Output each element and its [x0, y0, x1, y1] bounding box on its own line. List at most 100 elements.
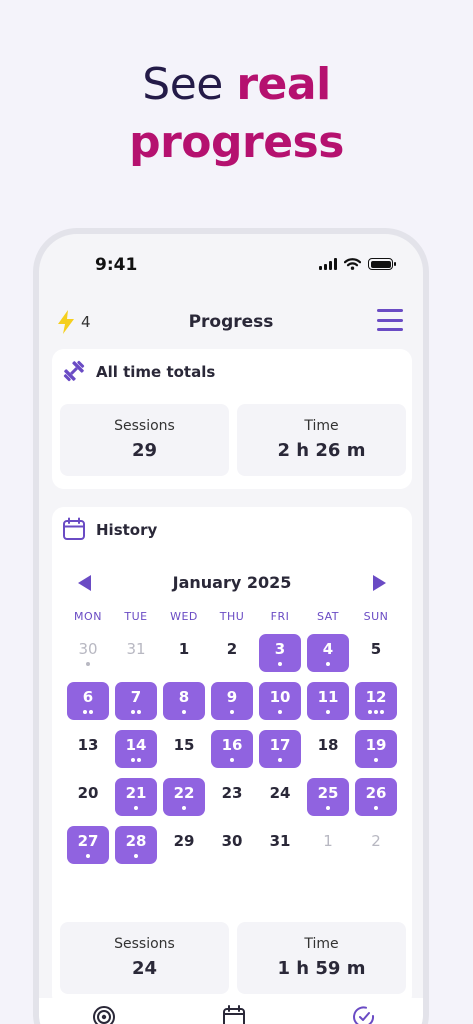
calendar-day[interactable]: 11 [307, 682, 349, 720]
session-dot [182, 710, 186, 714]
calendar-day-number: 23 [221, 784, 243, 802]
calendar-day[interactable]: 8 [163, 682, 205, 720]
calendar-day[interactable]: 20 [67, 778, 109, 816]
status-bar: 9:41 [39, 252, 423, 280]
session-dots [115, 806, 157, 810]
calendar-day[interactable]: 21 [115, 778, 157, 816]
session-dots [115, 854, 157, 858]
session-dots [307, 806, 349, 810]
calendar-day-number: 13 [77, 736, 99, 754]
calendar-day-number: 19 [365, 736, 387, 754]
session-dots [355, 758, 397, 762]
next-month-button[interactable] [373, 575, 386, 591]
session-dot [230, 710, 234, 714]
calendar-day-number: 27 [77, 832, 99, 850]
calendar-day-number: 29 [173, 832, 195, 850]
month-sessions-value: 24 [131, 958, 158, 979]
calendar-day[interactable]: 17 [259, 730, 301, 768]
calendar-day[interactable]: 31 [115, 634, 157, 672]
calendar-day[interactable]: 6 [67, 682, 109, 720]
session-dots [307, 710, 349, 714]
totals-title: All time totals [96, 363, 216, 381]
calendar-day[interactable]: 9 [211, 682, 253, 720]
calendar-day[interactable]: 28 [115, 826, 157, 864]
hamburger-icon-line [377, 318, 403, 322]
weekday-label: THU [219, 610, 245, 623]
calendar-day[interactable]: 30 [211, 826, 253, 864]
calendar-day[interactable]: 5 [355, 634, 397, 672]
headline-part2: real [236, 59, 331, 110]
calendar-day-number: 10 [269, 688, 291, 706]
menu-button[interactable] [377, 309, 403, 331]
calendar-day-number: 6 [82, 688, 94, 706]
calendar-day-number: 31 [269, 832, 291, 850]
calendar-day[interactable]: 7 [115, 682, 157, 720]
calendar-day-number: 2 [371, 832, 381, 850]
session-dot [131, 758, 135, 762]
calendar-day-number: 15 [173, 736, 195, 754]
calendar-day[interactable]: 19 [355, 730, 397, 768]
headline: See real progress [0, 56, 473, 172]
session-dot [86, 662, 90, 666]
weekday-label: FRI [270, 610, 290, 623]
session-dot [86, 854, 90, 858]
calendar-day[interactable]: 3 [259, 634, 301, 672]
session-dot [380, 710, 384, 714]
session-dot [134, 806, 138, 810]
phone-frame: 9:41 4 Progress All time totals Sessions… [33, 228, 429, 1024]
session-dot [326, 662, 330, 666]
calendar-day-number: 30 [221, 832, 243, 850]
session-dot [134, 854, 138, 858]
calendar-day[interactable]: 30 [67, 634, 109, 672]
calendar-day[interactable]: 1 [307, 826, 349, 864]
calendar-day[interactable]: 22 [163, 778, 205, 816]
phone-screen: 9:41 4 Progress All time totals Sessions… [39, 234, 423, 1024]
check-clock-icon[interactable] [351, 1004, 377, 1024]
month-time-stat: Time 1 h 59 m [237, 922, 406, 994]
calendar-day[interactable]: 27 [67, 826, 109, 864]
calendar-day[interactable]: 13 [67, 730, 109, 768]
calendar-tab-icon[interactable] [221, 1004, 247, 1024]
calendar-day[interactable]: 1 [163, 634, 205, 672]
calendar-day[interactable]: 26 [355, 778, 397, 816]
calendar-day[interactable]: 2 [211, 634, 253, 672]
calendar-day-number: 14 [125, 736, 147, 754]
calendar-day[interactable]: 15 [163, 730, 205, 768]
session-dots [355, 806, 397, 810]
calendar-day[interactable]: 31 [259, 826, 301, 864]
calendar-day[interactable]: 16 [211, 730, 253, 768]
calendar-day[interactable]: 29 [163, 826, 205, 864]
calendar-icon [63, 517, 85, 540]
calendar-day[interactable]: 18 [307, 730, 349, 768]
calendar-day-number: 12 [365, 688, 387, 706]
month-sessions-stat: Sessions 24 [60, 922, 229, 994]
tab-bar [39, 998, 423, 1024]
calendar-day[interactable]: 25 [307, 778, 349, 816]
session-dot [137, 710, 141, 714]
weekday-label: MON [74, 610, 102, 623]
status-time: 9:41 [95, 255, 138, 275]
session-dot [326, 710, 330, 714]
session-dot [131, 710, 135, 714]
session-dot [278, 710, 282, 714]
session-dots [115, 758, 157, 762]
target-icon[interactable] [91, 1004, 117, 1024]
month-navigation: January 2025 [52, 569, 412, 599]
calendar-day[interactable]: 2 [355, 826, 397, 864]
session-dots [307, 662, 349, 666]
calendar-day[interactable]: 14 [115, 730, 157, 768]
calendar-day[interactable]: 10 [259, 682, 301, 720]
calendar-day[interactable]: 4 [307, 634, 349, 672]
status-icons [319, 258, 396, 270]
calendar-day-number: 20 [77, 784, 99, 802]
weekday-label: TUE [124, 610, 148, 623]
calendar-day[interactable]: 24 [259, 778, 301, 816]
calendar-day-number: 8 [178, 688, 190, 706]
session-dots [67, 854, 109, 858]
calendar-day-number: 16 [221, 736, 243, 754]
calendar-day[interactable]: 23 [211, 778, 253, 816]
calendar-day-number: 26 [365, 784, 387, 802]
calendar-day[interactable]: 12 [355, 682, 397, 720]
total-time-stat: Time 2 h 26 m [237, 404, 406, 476]
wifi-icon [344, 258, 361, 270]
